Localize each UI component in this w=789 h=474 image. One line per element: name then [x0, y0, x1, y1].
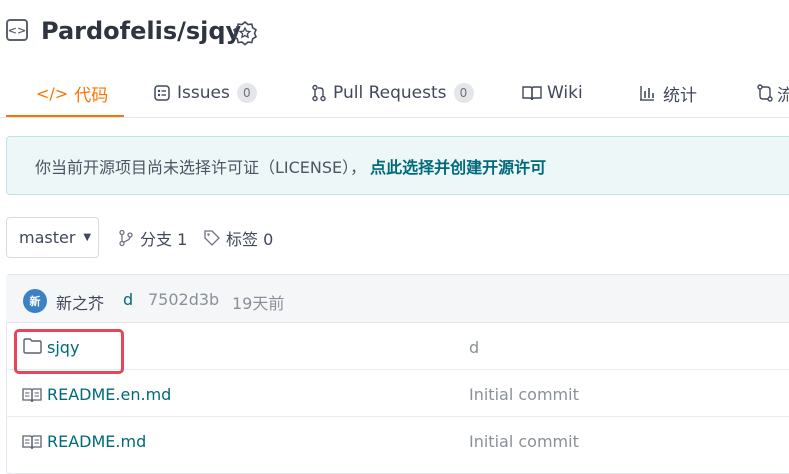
code-repo-icon: <> [6, 19, 28, 41]
tab-pull-requests[interactable]: Pull Requests 0 [311, 70, 474, 116]
tab-label: Issues [177, 83, 230, 103]
branch-icon [119, 229, 133, 247]
commit-author[interactable]: 新之芥 [56, 290, 104, 314]
tag-icon [204, 230, 220, 246]
choose-license-link[interactable]: 点此选择并创建开源许可 [370, 154, 546, 178]
commit-message[interactable]: d [123, 290, 133, 309]
branches-link[interactable]: 分支 1 [118, 226, 187, 250]
file-commit-message[interactable]: d [469, 338, 479, 357]
commit-time: 19天前 [232, 294, 285, 313]
commit-hash[interactable]: 7502d3b [148, 290, 219, 309]
tab-code[interactable]: </> 代码 [36, 70, 108, 116]
tags-link[interactable]: 标签 0 [203, 226, 273, 250]
file-name[interactable]: README.md [47, 432, 146, 451]
tags-count: 标签 0 [226, 230, 274, 249]
file-commit-message[interactable]: Initial commit [469, 385, 579, 404]
tab-pipeline[interactable]: 流 [757, 70, 789, 116]
tab-label: 代码 [74, 85, 109, 106]
highlight-box [14, 329, 124, 374]
wiki-icon [522, 86, 542, 101]
award-badge-icon[interactable] [232, 20, 258, 46]
notice-text: 你当前开源项目尚未选择许可证（LICENSE）， [35, 157, 367, 177]
avatar[interactable]: 新 [23, 289, 47, 313]
branches-count: 分支 1 [140, 230, 188, 249]
license-notice: 你当前开源项目尚未选择许可证（LICENSE）， 点此选择并创建开源许可 [6, 136, 789, 195]
issues-icon [154, 85, 170, 101]
tab-label: 流 [777, 85, 789, 106]
tab-issues[interactable]: Issues 0 [153, 70, 257, 116]
tab-wiki[interactable]: Wiki [522, 70, 583, 116]
branch-select-value: master [19, 228, 76, 247]
issues-count-badge: 0 [236, 83, 257, 103]
tab-label: Pull Requests [333, 83, 447, 103]
tab-label: Wiki [547, 83, 583, 103]
tabs-divider [0, 117, 789, 118]
readme-book-icon [22, 435, 42, 450]
pull-requests-count-badge: 0 [453, 83, 474, 103]
pipeline-icon [757, 84, 773, 102]
repo-title[interactable]: Pardofelis/sjqy [41, 16, 241, 46]
readme-book-icon [22, 388, 42, 403]
file-commit-message[interactable]: Initial commit [469, 432, 579, 451]
repo-tabs: </> 代码 Issues 0 Pull Requests 0 Wiki 统计 … [0, 70, 789, 118]
stats-icon [640, 86, 654, 101]
branch-select[interactable]: master ▼ [6, 217, 99, 258]
tab-label: 统计 [663, 85, 697, 106]
tab-stats[interactable]: 统计 [639, 70, 697, 116]
pull-request-icon [312, 84, 326, 102]
file-name[interactable]: README.en.md [47, 385, 171, 404]
code-icon: </> [36, 83, 69, 103]
caret-down-icon: ▼ [83, 232, 92, 243]
